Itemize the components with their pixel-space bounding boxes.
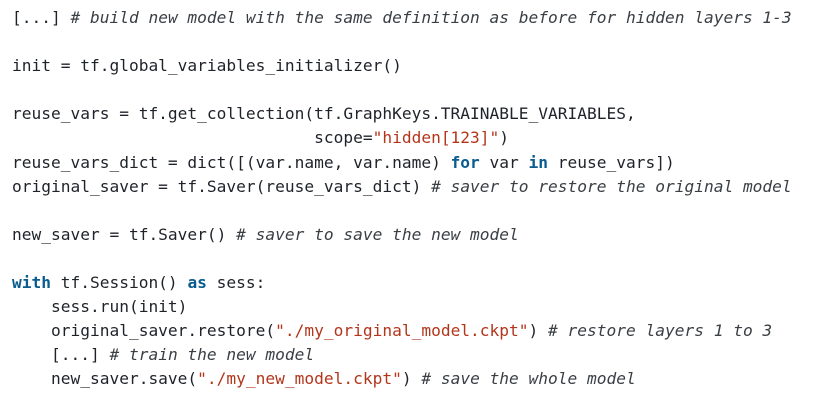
code-line: init = tf.global_variables_initializer() xyxy=(12,54,827,78)
code-text: original_saver = tf.Saver(reuse_vars_dic… xyxy=(12,176,432,196)
code-keyword: in xyxy=(528,152,549,172)
code-string: "hidden[123]" xyxy=(372,128,500,148)
code-text: ) xyxy=(401,369,422,389)
code-text: new_saver.save( xyxy=(12,369,198,389)
code-line: [...] # train the new model xyxy=(12,343,827,367)
code-string: "./my_new_model.ckpt" xyxy=(197,369,402,389)
code-text: ) xyxy=(528,321,549,341)
code-text: [...] xyxy=(12,345,110,365)
code-comment: # save the whole model xyxy=(421,369,636,389)
code-line: new_saver = tf.Saver() # saver to save t… xyxy=(12,223,827,247)
code-text: ) xyxy=(499,128,510,148)
code-line: original_saver = tf.Saver(reuse_vars_dic… xyxy=(12,175,827,199)
code-text: original_saver.restore( xyxy=(12,321,276,341)
code-text: reuse_vars]) xyxy=(548,152,675,172)
code-line: new_saver.save("./my_new_model.ckpt") # … xyxy=(12,367,827,391)
code-text: reuse_vars = tf.get_collection(tf.GraphK… xyxy=(12,104,636,124)
code-comment: # train the new model xyxy=(109,345,315,365)
code-keyword: as xyxy=(187,273,207,293)
code-keyword: for xyxy=(450,152,480,172)
code-comment: # build new model with the same definiti… xyxy=(70,8,792,27)
code-line: with tf.Session() as sess: xyxy=(12,271,827,295)
code-text: init = tf.global_variables_initializer() xyxy=(12,56,402,76)
code-text: var xyxy=(479,152,529,172)
code-block: [...] # build new model with the same de… xyxy=(12,6,827,392)
code-text: sess: xyxy=(206,273,266,293)
code-string: "./my_original_model.ckpt" xyxy=(275,321,529,341)
code-text: new_saver = tf.Saver() xyxy=(12,224,237,244)
code-text: tf.Session() xyxy=(50,273,188,293)
code-line: sess.run(init) xyxy=(12,295,827,319)
code-text: reuse_vars_dict = dict([(var.name, var.n… xyxy=(12,152,451,172)
code-text: scope= xyxy=(12,128,373,148)
code-line: original_saver.restore("./my_original_mo… xyxy=(12,319,827,343)
code-comment: # saver to save the new model xyxy=(236,224,519,244)
code-comment: # restore layers 1 to 3 xyxy=(548,321,773,341)
code-text: [...] xyxy=(12,8,71,27)
code-text: sess.run(init) xyxy=(12,297,188,317)
code-line: reuse_vars_dict = dict([(var.name, var.n… xyxy=(12,151,827,175)
code-line: scope="hidden[123]") xyxy=(12,126,827,150)
code-keyword: with xyxy=(12,273,51,293)
code-comment: # saver to restore the original model xyxy=(431,176,792,196)
code-line: reuse_vars = tf.get_collection(tf.GraphK… xyxy=(12,102,827,126)
code-line: [...] # build new model with the same de… xyxy=(12,6,827,30)
